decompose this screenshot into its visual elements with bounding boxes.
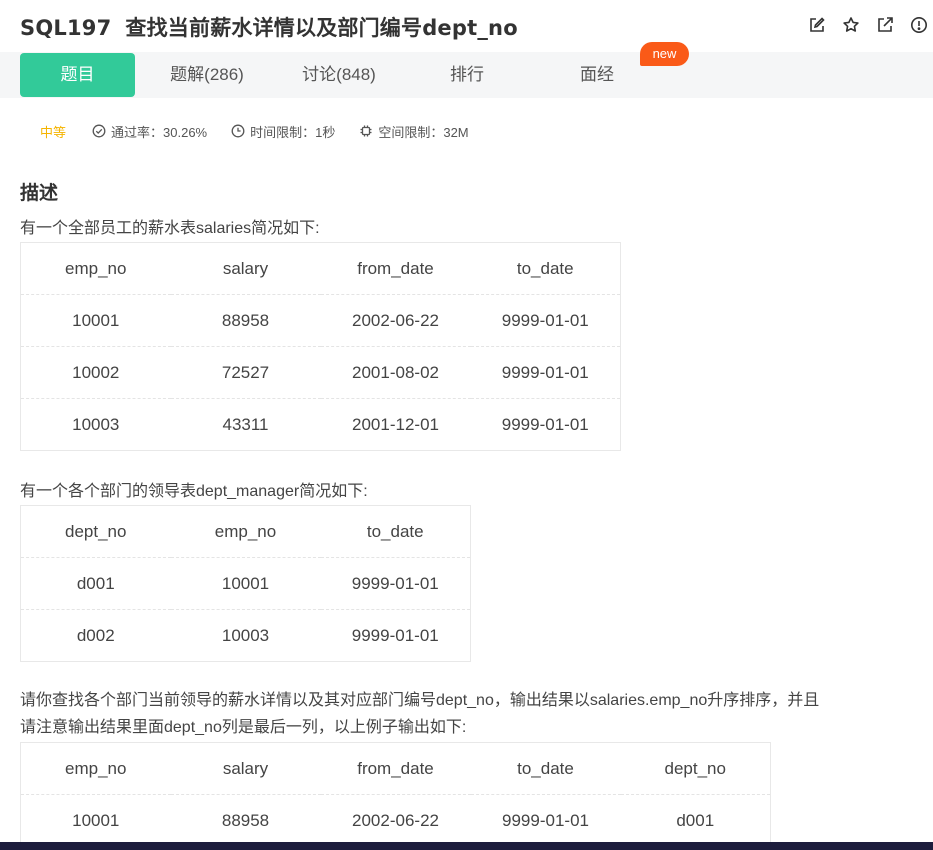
tab-discussion[interactable]: 讨论(848) xyxy=(280,53,398,97)
table-cell: 10001 xyxy=(170,557,321,610)
table-header-cell: emp_no xyxy=(20,742,171,795)
star-icon[interactable] xyxy=(841,15,861,35)
table-cell: 9999-01-01 xyxy=(501,414,589,434)
tab-bar: 题目 题解(286) 讨论(848) 排行 面经 xyxy=(0,52,933,98)
table-cell: 2001-12-01 xyxy=(352,414,439,434)
table-cell: 10001 xyxy=(20,294,171,347)
table-cell: 9999-01-01 xyxy=(470,294,621,347)
difficulty-level: 中等 xyxy=(40,124,67,140)
problem-name: 查找当前薪水详情以及部门编号dept_no xyxy=(125,16,518,40)
table-cell: 9999-01-01 xyxy=(320,557,471,610)
space-limit: 空间限制：32M xyxy=(359,122,469,141)
share-icon[interactable] xyxy=(875,15,895,35)
bottom-bar xyxy=(0,842,933,850)
time-limit-text: 时间限制：1秒 xyxy=(250,124,336,140)
table-cell: 10001 xyxy=(72,810,120,830)
table-cell: 10003 xyxy=(72,414,120,434)
salaries-table: emp_no salary from_date to_date 10001 88… xyxy=(20,242,621,451)
table-row: d001 10001 9999-01-01 xyxy=(20,557,471,610)
output-table: emp_no salary from_date to_date dept_no … xyxy=(20,742,771,847)
table-cell: 10002 xyxy=(20,346,171,399)
table-header-cell: dept_no xyxy=(20,505,171,558)
table-header-cell: to_date xyxy=(320,505,471,558)
table-cell: 9999-01-01 xyxy=(502,810,589,830)
table-cell: 88958 xyxy=(221,810,270,830)
tab-ranking[interactable]: 排行 xyxy=(408,53,526,97)
table-row: 10002 72527 2001-08-02 9999-01-01 xyxy=(20,346,621,399)
clock-icon xyxy=(231,124,245,138)
time-limit: 时间限制：1秒 xyxy=(231,122,335,141)
table-header-cell: emp_no xyxy=(170,505,321,558)
info-icon[interactable] xyxy=(909,15,929,35)
table-cell: d001 xyxy=(20,557,171,610)
table-cell: 88958 xyxy=(170,294,321,347)
header-actions xyxy=(807,15,929,35)
table-header-cell: to_date xyxy=(470,242,621,295)
table-cell: 2002-06-22 xyxy=(352,810,439,830)
pass-rate: 通过率：30.26% xyxy=(92,122,207,141)
table-row: 10001 88958 2002-06-22 9999-01-01 xyxy=(20,294,621,347)
page-header: SQL197 查找当前薪水详情以及部门编号dept_no xyxy=(0,0,933,52)
table-cell: 9999-01-01 xyxy=(470,346,621,399)
salaries-intro: 有一个全部员工的薪水表salaries简况如下: xyxy=(20,220,320,237)
table-row: 10003 43311 2001-12-01 9999-01-01 xyxy=(21,399,621,451)
table-header-cell: dept_no xyxy=(620,742,771,795)
table-header-row: emp_no salary from_date to_date xyxy=(20,242,621,295)
edit-icon[interactable] xyxy=(807,15,827,35)
dept-manager-intro: 有一个各个部门的领导表dept_manager简况如下: xyxy=(20,483,368,500)
table-header-cell: emp_no xyxy=(20,242,171,295)
table-header-cell: to_date xyxy=(470,742,621,795)
table-header-cell: from_date xyxy=(320,742,471,795)
task-description-line1: 请你查找各个部门当前领导的薪水详情以及其对应部门编号dept_no，输出结果以s… xyxy=(20,692,820,709)
table-cell: 2001-08-02 xyxy=(320,346,471,399)
table-cell: 2002-06-22 xyxy=(320,294,471,347)
problem-title: SQL197 查找当前薪水详情以及部门编号dept_no xyxy=(20,12,518,42)
problem-meta: 中等 通过率：30.26% 时间限制：1秒 空间限制：32M xyxy=(40,120,493,142)
table-header-row: emp_no salary from_date to_date dept_no xyxy=(20,742,771,795)
table-cell: 72527 xyxy=(170,346,321,399)
table-cell: 9999-01-01 xyxy=(351,625,439,645)
task-description-line2: 请注意输出结果里面dept_no列是最后一列，以上例子输出如下: xyxy=(20,719,467,736)
table-cell: 10003 xyxy=(221,625,270,645)
table-header-cell: salary xyxy=(170,742,321,795)
dept-manager-table: dept_no emp_no to_date d001 10001 9999-0… xyxy=(20,505,471,662)
problem-code: SQL197 xyxy=(20,16,112,40)
check-circle-icon xyxy=(92,124,106,138)
description-heading: 描述 xyxy=(20,182,59,204)
table-header-cell: salary xyxy=(170,242,321,295)
table-row: d002 10003 9999-01-01 xyxy=(21,610,471,662)
table-row: 10001 88958 2002-06-22 9999-01-01 d001 xyxy=(21,795,771,847)
pass-rate-text: 通过率：30.26% xyxy=(111,124,208,140)
tab-problem[interactable]: 题目 xyxy=(20,53,135,97)
new-badge: new xyxy=(640,42,689,66)
table-cell: d001 xyxy=(676,810,715,830)
tab-solutions[interactable]: 题解(286) xyxy=(148,53,266,97)
table-cell: d002 xyxy=(76,625,115,645)
space-limit-text: 空间限制：32M xyxy=(378,124,469,140)
table-header-row: dept_no emp_no to_date xyxy=(20,505,471,558)
chip-icon xyxy=(360,125,372,137)
table-header-cell: from_date xyxy=(320,242,471,295)
tab-interview[interactable]: 面经 xyxy=(538,53,656,97)
table-cell: 43311 xyxy=(222,414,269,434)
